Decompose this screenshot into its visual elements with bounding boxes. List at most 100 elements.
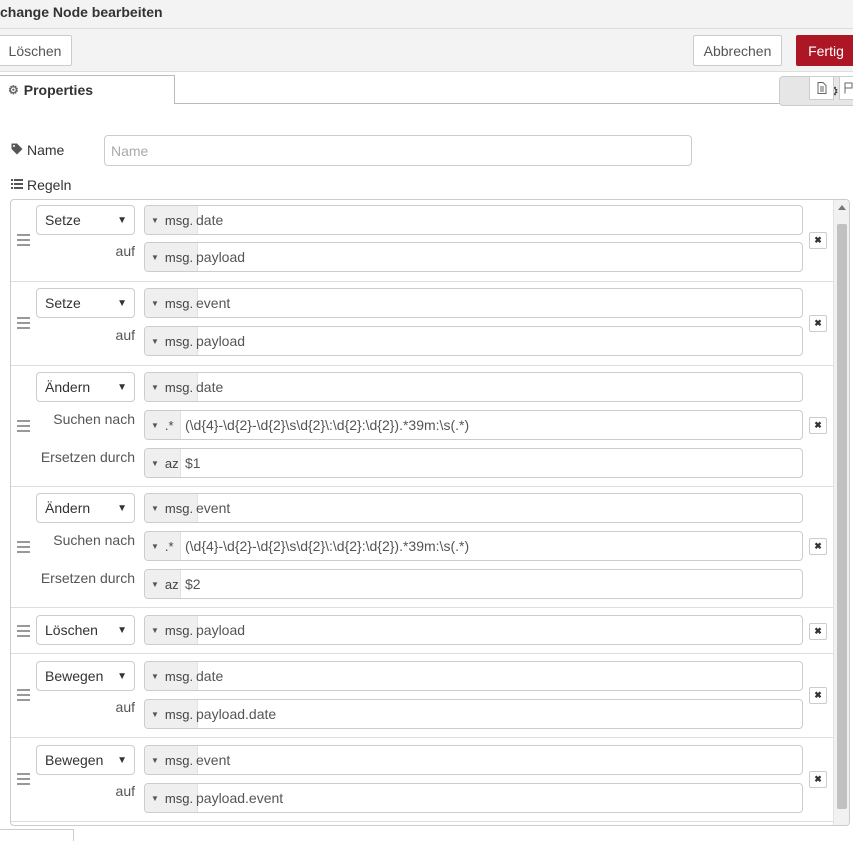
- caret-down-icon: ▼: [151, 420, 159, 430]
- remove-rule-button[interactable]: ✖: [809, 538, 827, 555]
- rules-scrollbar[interactable]: [833, 200, 849, 825]
- tray-toolbar: Löschen Abbrechen Fertig: [0, 29, 853, 72]
- property-input[interactable]: ▼ msg. event: [144, 745, 803, 775]
- type-selector[interactable]: ▼ msg.: [145, 700, 199, 728]
- property-value: payload: [196, 249, 246, 265]
- rule-action-select[interactable]: Setze ▼: [36, 205, 135, 235]
- rule-action-select[interactable]: Löschen ▼: [36, 615, 135, 645]
- rule-item: Löschen ▼ ▼ msg. payload ✖: [11, 608, 833, 654]
- rule-item: Bewegen ▼ ▼ msg. event auf ▼ msg. payload.…: [11, 738, 833, 822]
- property-input[interactable]: ▼ msg. payload: [144, 242, 803, 272]
- tag-icon: [11, 143, 23, 158]
- rule-action-value: Bewegen: [45, 668, 104, 684]
- property-value: date: [196, 212, 224, 228]
- property-input[interactable]: ▼ msg. date: [144, 372, 803, 402]
- type-label: msg.: [164, 379, 194, 395]
- rule-item: Ändern ▼ ▼ msg. event Suchen nach ▼ .* (\d…: [11, 487, 833, 608]
- delete-button[interactable]: Löschen: [0, 35, 72, 66]
- type-label: msg.: [164, 752, 194, 768]
- property-value: payload.date: [196, 706, 277, 722]
- type-selector[interactable]: ▼ msg.: [145, 662, 199, 690]
- tab-button-appearance[interactable]: [839, 76, 853, 100]
- row-label: auf: [115, 327, 135, 343]
- search-pattern-input[interactable]: ▼ .* (\d{4}-\d{2}-\d{2}\s\d{2}\:\d{2}:\d{…: [144, 531, 803, 561]
- tab-bar: ⚙ Properties ⚙: [0, 72, 853, 106]
- rule-action-select[interactable]: Setze ▼: [36, 288, 135, 318]
- type-selector[interactable]: ▼ msg.: [145, 289, 199, 317]
- rule-action-value: Bewegen: [45, 752, 104, 768]
- drag-handle-icon[interactable]: [17, 625, 30, 640]
- add-rule-button[interactable]: [0, 829, 74, 841]
- flag-icon: [844, 82, 853, 94]
- scrollbar-thumb[interactable]: [837, 224, 847, 809]
- remove-rule-button[interactable]: ✖: [809, 687, 827, 704]
- property-input[interactable]: ▼ msg. date: [144, 661, 803, 691]
- remove-rule-button[interactable]: ✖: [809, 417, 827, 434]
- cancel-button[interactable]: Abbrechen: [693, 35, 782, 66]
- replace-input[interactable]: ▼ az $2: [144, 569, 803, 599]
- close-icon: ✖: [814, 318, 822, 328]
- caret-down-icon: ▼: [151, 503, 159, 513]
- remove-rule-button[interactable]: ✖: [809, 315, 827, 332]
- type-label: msg.: [164, 790, 194, 806]
- close-icon: ✖: [814, 774, 822, 784]
- rule-action-select[interactable]: Bewegen ▼: [36, 745, 135, 775]
- type-selector[interactable]: ▼ az: [145, 570, 181, 598]
- row-label: Ersetzen durch: [40, 570, 135, 586]
- remove-rule-button[interactable]: ✖: [809, 623, 827, 640]
- regex-icon: .*: [164, 538, 174, 554]
- remove-rule-button[interactable]: ✖: [809, 771, 827, 788]
- rule-item: Setze ▼ ▼ msg. event auf ▼ msg. payload ✖: [11, 282, 833, 366]
- row-label: Ersetzen durch: [40, 449, 135, 465]
- property-input[interactable]: ▼ msg. event: [144, 493, 803, 523]
- gear-icon: ⚙: [8, 83, 19, 97]
- property-value: event: [196, 295, 231, 311]
- type-selector[interactable]: ▼ msg.: [145, 373, 199, 401]
- property-input[interactable]: ▼ msg. payload.date: [144, 699, 803, 729]
- close-icon: ✖: [814, 235, 822, 245]
- property-input[interactable]: ▼ msg. date: [144, 205, 803, 235]
- property-value: $1: [185, 455, 201, 471]
- type-label: msg.: [164, 668, 194, 684]
- rule-action-select[interactable]: Bewegen ▼: [36, 661, 135, 691]
- property-input[interactable]: ▼ msg. payload: [144, 615, 803, 645]
- rule-action-select[interactable]: Ändern ▼: [36, 493, 135, 523]
- type-selector[interactable]: ▼ msg.: [145, 746, 199, 774]
- type-selector[interactable]: ▼ msg.: [145, 494, 199, 522]
- type-selector[interactable]: ▼ msg.: [145, 616, 199, 644]
- rule-item: Bewegen ▼ ▼ msg. date auf ▼ msg. payload.d…: [11, 654, 833, 738]
- caret-down-icon: ▼: [151, 625, 159, 635]
- property-input[interactable]: ▼ msg. payload.event: [144, 783, 803, 813]
- tray-header: change Node bearbeiten: [0, 0, 853, 29]
- type-selector[interactable]: ▼ az: [145, 449, 181, 477]
- tab-button-description[interactable]: [809, 76, 834, 100]
- close-icon: ✖: [814, 541, 822, 551]
- row-label: auf: [115, 783, 135, 799]
- close-icon: ✖: [814, 626, 822, 636]
- string-type-icon: az: [164, 576, 179, 592]
- replace-input[interactable]: ▼ az $1: [144, 448, 803, 478]
- type-selector[interactable]: ▼ .*: [145, 532, 181, 560]
- caret-down-icon: ▼: [151, 755, 159, 765]
- scroll-up-icon[interactable]: [838, 205, 846, 210]
- done-button[interactable]: Fertig: [796, 35, 853, 66]
- type-selector[interactable]: ▼ msg.: [145, 327, 199, 355]
- rule-item: Ändern ▼ ▼ msg. date Suchen nach ▼ .* (\d{…: [11, 366, 833, 487]
- caret-down-icon: ▼: [151, 458, 159, 468]
- type-selector[interactable]: ▼ msg.: [145, 784, 199, 812]
- property-input[interactable]: ▼ msg. payload: [144, 326, 803, 356]
- rule-action-select[interactable]: Ändern ▼: [36, 372, 135, 402]
- caret-down-icon: ▼: [151, 671, 159, 681]
- tab-properties[interactable]: ⚙ Properties: [0, 75, 175, 104]
- property-input[interactable]: ▼ msg. event: [144, 288, 803, 318]
- caret-down-icon: ▼: [151, 709, 159, 719]
- type-selector[interactable]: ▼ msg.: [145, 243, 199, 271]
- property-value: $2: [185, 576, 201, 592]
- name-input[interactable]: [104, 135, 692, 166]
- remove-rule-button[interactable]: ✖: [809, 232, 827, 249]
- search-pattern-input[interactable]: ▼ .* (\d{4}-\d{2}-\d{2}\s\d{2}\:\d{2}:\d{…: [144, 410, 803, 440]
- caret-down-icon: ▼: [151, 336, 159, 346]
- type-selector[interactable]: ▼ msg.: [145, 206, 199, 234]
- type-selector[interactable]: ▼ .*: [145, 411, 181, 439]
- type-label: msg.: [164, 622, 194, 638]
